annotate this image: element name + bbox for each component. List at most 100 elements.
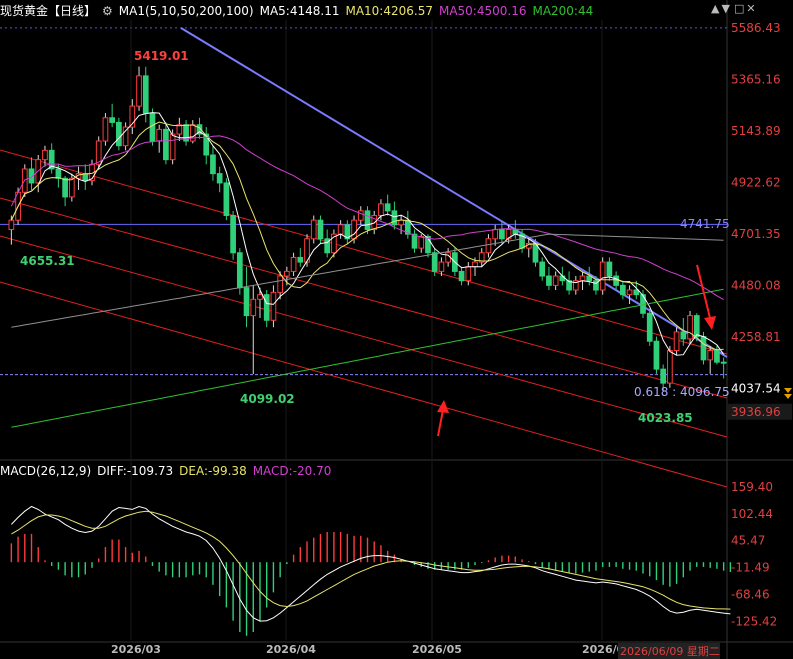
close-icon[interactable]: ✕ <box>746 2 755 15</box>
candle-body <box>465 266 472 282</box>
macd-hist-value: MACD:-20.70 <box>252 464 332 478</box>
candle-body <box>378 203 384 217</box>
candle-body <box>458 270 465 282</box>
candle-body <box>673 331 680 352</box>
candle-body <box>42 149 48 161</box>
candle-body <box>687 315 693 340</box>
candle-body <box>351 219 357 240</box>
candle-body <box>391 210 398 226</box>
candle-body <box>156 128 163 142</box>
chevron-down-icon[interactable]: ▼ <box>721 2 729 15</box>
candle-body <box>599 261 606 291</box>
chevron-up-icon[interactable]: ▲ <box>711 2 719 15</box>
candle-body <box>68 177 75 198</box>
main-header: 现货黄金【日线】 ⚙ MA1(5,10,50,200,100) MA5:4148.11… <box>0 2 599 19</box>
candle-body <box>230 215 236 254</box>
moving-average-layer <box>10 112 725 428</box>
candle-body <box>499 228 505 240</box>
macd-diff-value: DIFF:-109.73 <box>97 464 174 478</box>
price-axis-label: 4701.35 <box>731 227 781 241</box>
candle-body <box>290 256 297 272</box>
candle-body <box>210 154 216 175</box>
candle-body <box>317 219 324 240</box>
candle-body <box>653 340 660 370</box>
candle-body <box>169 133 176 161</box>
arrow-icon <box>437 400 449 413</box>
candle-body <box>398 219 404 226</box>
candle-body <box>102 117 109 142</box>
window-icon[interactable]: □ <box>734 2 744 15</box>
candle-body <box>109 117 116 123</box>
candle-body <box>62 177 68 198</box>
candle-body <box>243 287 250 317</box>
gear-icon[interactable]: ⚙ <box>102 4 113 18</box>
fib-label: 0.618 : 4096.75 <box>634 385 730 399</box>
ma10-value: MA10:4206.57 <box>345 4 433 18</box>
annotation-layer: 5419.01 4655.31 4099.02 4023.85 4741.75 0.618… <box>20 49 730 437</box>
date-axis-label: 2026/03 <box>111 643 161 656</box>
last-price-marker <box>784 394 792 399</box>
candle-body <box>116 121 122 147</box>
arrow-icon <box>704 316 716 330</box>
low-label: 4099.02 <box>240 392 295 406</box>
instrument-title[interactable]: 现货黄金【日线】 <box>0 4 96 18</box>
candle-body <box>163 128 169 161</box>
macd-param-label[interactable]: MACD(26,12,9) <box>0 464 91 478</box>
price-axis-label: 4480.08 <box>731 278 781 292</box>
candle-body <box>431 252 438 272</box>
candle-body <box>136 75 142 107</box>
macd-axis-label: 102.44 <box>731 507 773 521</box>
macd-axis-label: 45.47 <box>731 534 765 548</box>
candle-body <box>579 275 586 282</box>
candle-body <box>438 261 445 272</box>
arrow-icon <box>437 409 444 437</box>
candle-body <box>472 261 478 268</box>
candle-body <box>149 112 156 142</box>
ma-param-label[interactable]: MA1(5,10,50,200,100) <box>119 4 254 18</box>
high-label: 5419.01 <box>134 49 189 63</box>
last-price-marker <box>784 388 792 393</box>
candle-body <box>357 210 364 221</box>
candle-body <box>216 173 223 184</box>
date-axis-label: 2026/05 <box>412 643 462 656</box>
price-axis-label: 5143.89 <box>731 124 781 138</box>
macd-axis-label: -68.46 <box>731 587 770 601</box>
candle-body <box>142 75 149 114</box>
price-axis-label: 4258.81 <box>731 330 781 344</box>
candle-body <box>720 361 727 364</box>
candle-body <box>707 350 714 361</box>
overlay-lines <box>0 27 728 488</box>
candle-body <box>8 219 15 230</box>
candle-body <box>700 336 707 361</box>
price-axis-label: 3936.96 <box>731 405 781 419</box>
candle-body <box>680 331 687 340</box>
candle-body <box>492 228 499 240</box>
candle-body <box>660 368 667 384</box>
level-label: 4741.75 <box>680 217 730 231</box>
chart-canvas[interactable]: 5586.43 5365.16 5143.89 4922.62 4701.35 4480.… <box>0 0 793 659</box>
candle-body <box>546 275 552 286</box>
candle-body <box>619 284 626 296</box>
candle-body <box>714 350 720 363</box>
ma200-value: MA200:44 <box>532 4 594 18</box>
macd-axis-label: -11.49 <box>731 561 770 575</box>
macd-dea-value: DEA:-99.38 <box>179 464 247 478</box>
candle-body <box>270 291 277 321</box>
channel-line <box>0 197 728 399</box>
low-label: 4655.31 <box>20 254 75 268</box>
price-axis-label: 5365.16 <box>731 72 781 86</box>
macd-layer <box>10 505 732 636</box>
price-axis-label: 4922.62 <box>731 175 781 189</box>
candle-body <box>606 261 613 277</box>
ma50-value: MA50:4500.16 <box>438 4 527 18</box>
candle-body <box>646 312 653 342</box>
candle-body <box>257 294 263 300</box>
candle-body <box>122 126 129 147</box>
candle-body <box>485 238 492 254</box>
candle-body <box>633 289 640 296</box>
macd-axis-label: 159.40 <box>731 480 773 494</box>
candle-body <box>297 256 304 263</box>
candle-body <box>512 228 519 235</box>
low-label: 4023.85 <box>638 411 693 425</box>
date-axis-label: 2026/04 <box>266 643 316 656</box>
